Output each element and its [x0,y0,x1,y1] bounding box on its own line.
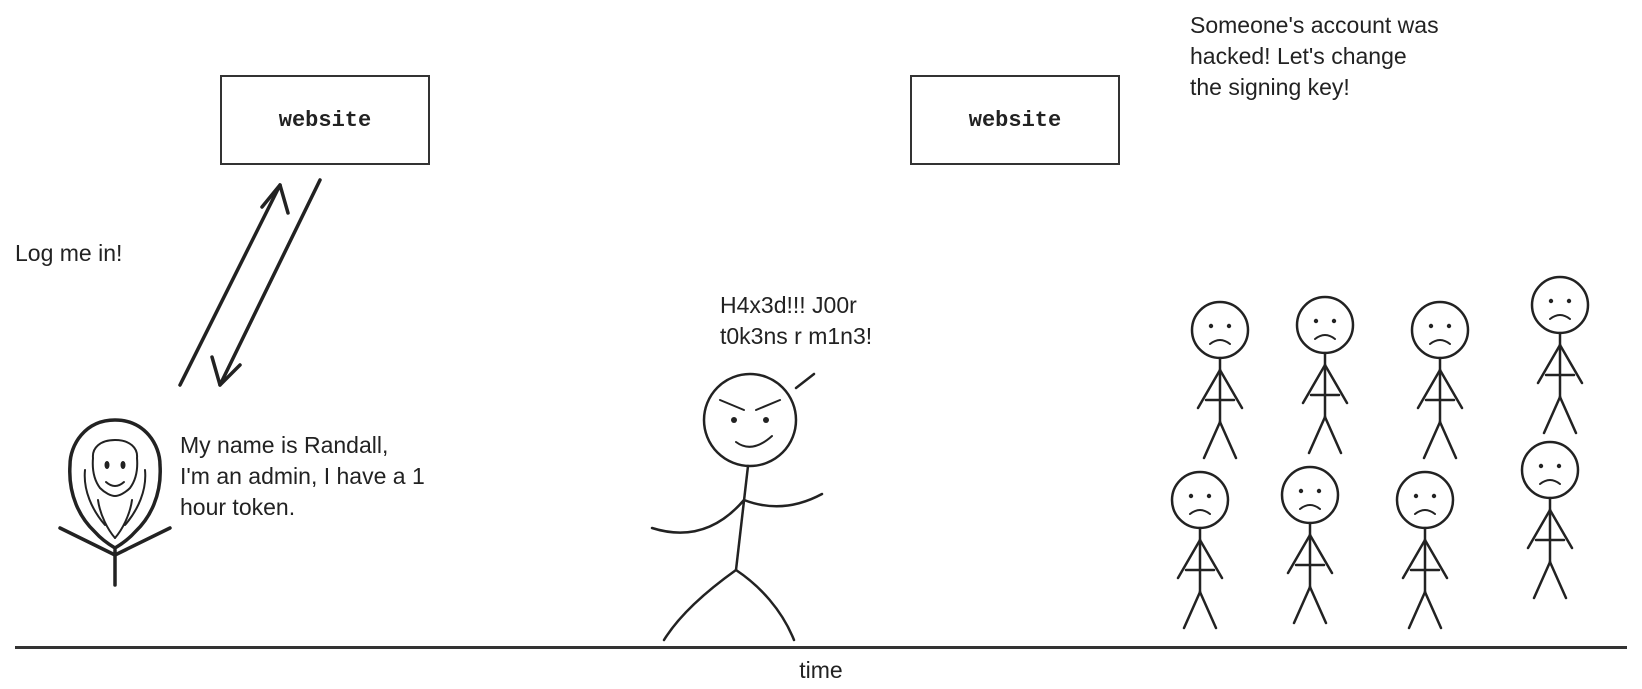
hacked-caption: Someone's account was hacked! Let's chan… [1190,10,1610,103]
user-randall-icon [40,410,190,610]
hacker-figure-icon [600,360,860,650]
website-box-left-label: website [279,108,371,133]
login-caption: Log me in! [15,238,122,269]
randall-caption: My name is Randall, I'm an admin, I have… [180,430,480,523]
hacker-caption: H4x3d!!! J00r t0k3ns r m1n3! [720,290,980,352]
crowd-figures-icon [1150,260,1640,650]
website-box-left: website [220,75,430,165]
timeline-label: time [799,657,842,684]
website-box-right: website [910,75,1120,165]
timeline-axis [15,646,1627,649]
website-box-right-label: website [969,108,1061,133]
token-arrow-down-icon [190,165,370,405]
